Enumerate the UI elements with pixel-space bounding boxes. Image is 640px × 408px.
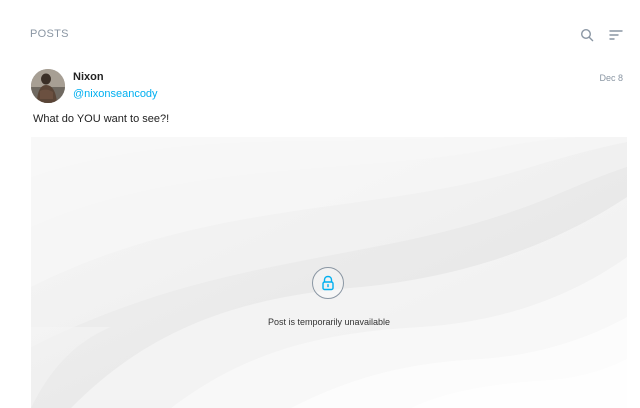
page-title: POSTS: [30, 28, 69, 40]
avatar-image: [31, 69, 65, 103]
author-name[interactable]: Nixon: [73, 71, 104, 83]
locked-media: Post is temporarily unavailable: [31, 137, 627, 408]
unavailable-message: Post is temporarily unavailable: [267, 317, 391, 327]
posts-header: POSTS: [0, 0, 640, 68]
author-handle[interactable]: @nixonseancody: [73, 88, 158, 100]
avatar[interactable]: [31, 69, 65, 103]
lock-icon: [322, 275, 334, 291]
sort-icon: [609, 30, 623, 40]
search-button[interactable]: [577, 25, 597, 45]
posts-page: POSTS Nixon @nixonseancody Dec 8 What do: [0, 0, 640, 408]
sort-button[interactable]: [606, 25, 626, 45]
post-text: What do YOU want to see?!: [33, 113, 170, 125]
lock-button[interactable]: [312, 267, 344, 299]
search-icon: [580, 28, 594, 42]
post-date: Dec 8: [599, 73, 623, 83]
